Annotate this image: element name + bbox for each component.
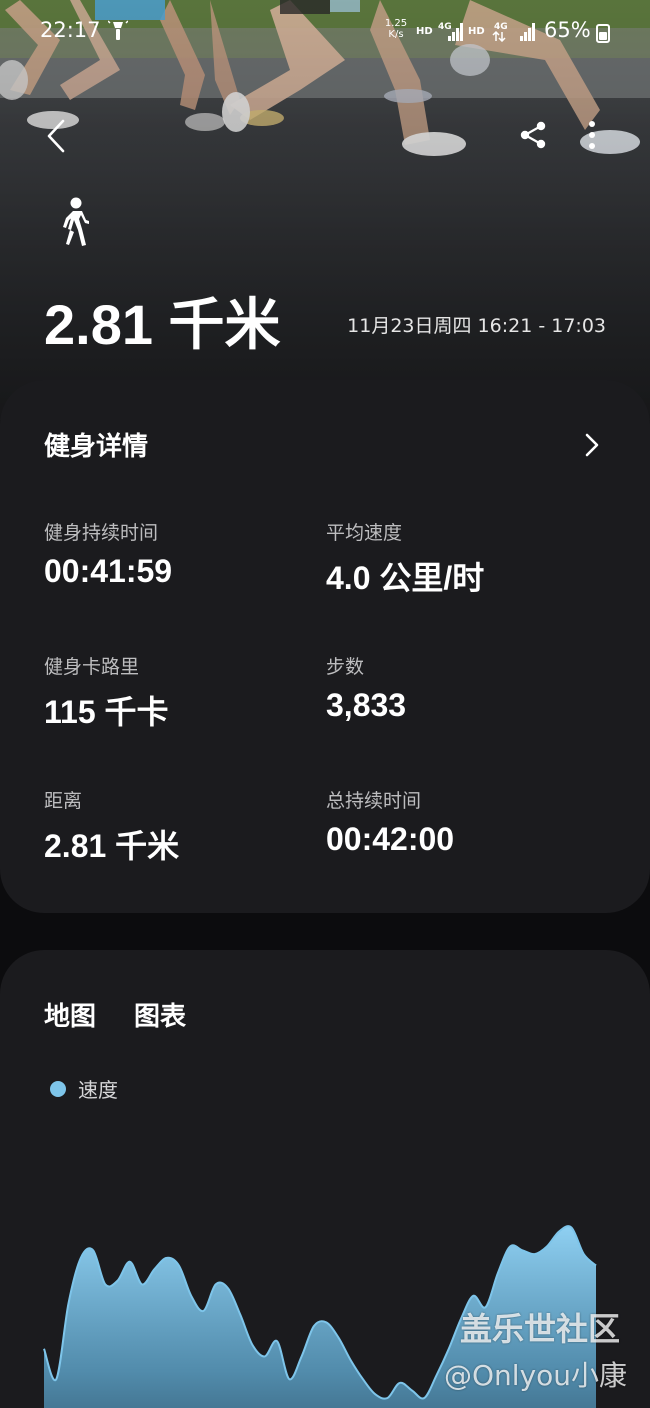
chart-legend: 速度 <box>50 1074 118 1103</box>
legend-dot <box>50 1080 66 1097</box>
metric-value: 115 千卡 <box>44 694 169 730</box>
metric-total-duration: 总持续时间 00:42:00 <box>326 786 596 858</box>
metric-label: 总持续时间 <box>326 790 422 812</box>
metric-distance: 距离 2.81 千米 <box>44 786 314 867</box>
workout-detail-screen: 22:17 1.25 K/s HD 4G HD 4G 65% 2.81 千米 1… <box>0 0 650 1408</box>
metric-calories: 健身卡路里 115 千卡 <box>44 652 314 733</box>
details-expand-button[interactable] <box>578 428 606 462</box>
status-bar: 22:17 1.25 K/s HD 4G HD 4G 65% <box>0 0 650 62</box>
more-options-button[interactable] <box>574 114 610 156</box>
battery-percent: 65% <box>544 18 591 42</box>
network-type-label: 4G <box>494 22 508 32</box>
signal-icon: 4G <box>438 22 463 41</box>
network-speed: 1.25 K/s <box>382 18 410 40</box>
watermark-user: @Onlyou小康 <box>444 1359 628 1392</box>
more-vertical-icon <box>589 121 595 149</box>
chevron-right-icon <box>585 433 599 457</box>
tab-chart[interactable]: 图表 <box>134 996 186 1033</box>
watermark-community: 盖乐世社区 <box>460 1310 621 1348</box>
share-button[interactable] <box>512 114 554 156</box>
network-type-label: 4G <box>438 22 452 32</box>
workout-details-card: 健身详情 健身持续时间 00:41:59 平均速度 4.0 公里/时 健身卡路里… <box>0 380 650 913</box>
metric-value: 2.81 千米 <box>44 828 180 864</box>
legend-label: 速度 <box>78 1078 118 1102</box>
chart-tabs: 地图 图表 <box>44 996 186 1033</box>
flashlight-icon <box>108 20 128 40</box>
metric-steps: 步数 3,833 <box>326 652 596 724</box>
hd-indicator: HD <box>416 26 433 37</box>
metric-label: 距离 <box>44 790 83 812</box>
metric-value: 3,833 <box>326 687 407 723</box>
status-time: 22:17 <box>40 18 101 42</box>
metric-average-speed: 平均速度 4.0 公里/时 <box>326 518 596 599</box>
metric-workout-duration: 健身持续时间 00:41:59 <box>44 518 314 590</box>
metric-value: 00:41:59 <box>44 553 173 589</box>
hero-distance: 2.81 千米 <box>44 293 281 356</box>
details-title: 健身详情 <box>44 432 149 462</box>
back-button[interactable] <box>36 113 76 159</box>
hero-photo-header: 22:17 1.25 K/s HD 4G HD 4G 65% 2.81 千米 1… <box>0 0 650 420</box>
workout-datetime: 11月23日周四 16:21 - 17:03 <box>347 315 606 337</box>
network-speed-value: 1.25 <box>384 18 408 29</box>
metric-label: 健身卡路里 <box>44 656 140 678</box>
hd-indicator: HD <box>468 26 485 37</box>
back-arrow-icon <box>47 119 65 153</box>
tab-map[interactable]: 地图 <box>44 996 96 1033</box>
metric-label: 步数 <box>326 656 365 678</box>
network-speed-unit: K/s <box>388 29 404 40</box>
signal-icon: 4G <box>492 22 535 42</box>
share-icon <box>520 121 546 149</box>
metric-value: 00:42:00 <box>326 821 455 857</box>
metric-label: 健身持续时间 <box>44 522 159 544</box>
metric-value: 4.0 公里/时 <box>326 560 485 596</box>
metric-label: 平均速度 <box>326 522 403 544</box>
battery-icon <box>596 24 610 43</box>
walking-icon <box>63 197 89 246</box>
